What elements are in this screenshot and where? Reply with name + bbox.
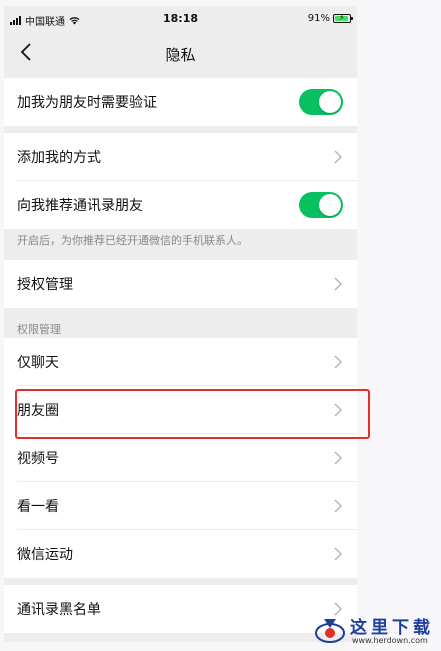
blacklist-cell[interactable]: 通讯录黑名单 (4, 585, 357, 633)
werun-label: 微信运动 (17, 547, 73, 563)
verify-friend-label: 加我为朋友时需要验证 (17, 95, 157, 111)
watermark-url: www.herdown.com (352, 636, 428, 645)
back-button[interactable] (12, 38, 40, 66)
battery-icon: ⚡ (333, 13, 353, 23)
authorization-cell[interactable]: 授权管理 (4, 260, 357, 308)
recommend-contacts-cell: 向我推荐通讯录朋友 (4, 181, 357, 229)
permissions-section-header: 权限管理 (17, 323, 61, 336)
highlight-box (15, 389, 370, 439)
charging-bolt-icon: ⚡ (339, 13, 345, 22)
verify-friend-toggle[interactable] (299, 89, 343, 115)
watermark: 这里下载 www.herdown.com (312, 611, 440, 649)
chevron-right-icon (334, 355, 342, 369)
add-methods-label: 添加我的方式 (17, 150, 101, 166)
status-bar: 中国联通 18:18 91% ⚡ (4, 6, 357, 32)
recommend-note: 开启后，为你推荐已经开通微信的手机联系人。 (17, 234, 248, 247)
watermark-text: 这里下载 (350, 618, 434, 638)
chevron-left-icon (20, 43, 31, 61)
page-title: 隐私 (165, 46, 196, 64)
channels-label: 视频号 (17, 451, 59, 467)
chat-only-cell[interactable]: 仅聊天 (4, 338, 357, 386)
chevron-right-icon (334, 277, 342, 291)
status-right: 91% ⚡ (307, 13, 353, 24)
recommend-contacts-label: 向我推荐通讯录朋友 (17, 198, 143, 214)
werun-cell[interactable]: 微信运动 (4, 530, 357, 578)
chevron-right-icon (334, 499, 342, 513)
nav-bar: 隐私 (4, 32, 357, 74)
watermark-logo-icon (315, 619, 345, 643)
chevron-right-icon (334, 547, 342, 561)
toggle-knob (319, 194, 341, 216)
toggle-knob (319, 91, 341, 113)
chevron-right-icon (334, 150, 342, 164)
blacklist-label: 通讯录黑名单 (17, 602, 101, 618)
phone-screen: 中国联通 18:18 91% ⚡ 隐私 加我为朋友时需要验证 添加我的方式 向我… (4, 6, 357, 642)
verify-friend-cell: 加我为朋友时需要验证 (4, 78, 357, 126)
chevron-right-icon (334, 451, 342, 465)
chat-only-label: 仅聊天 (17, 355, 59, 371)
top-stories-cell[interactable]: 看一看 (4, 482, 357, 530)
top-stories-label: 看一看 (17, 499, 59, 515)
battery-percent: 91% (307, 13, 330, 24)
authorization-label: 授权管理 (17, 277, 73, 293)
add-methods-cell[interactable]: 添加我的方式 (4, 133, 357, 181)
status-time: 18:18 (162, 12, 198, 25)
recommend-contacts-toggle[interactable] (299, 192, 343, 218)
channels-cell[interactable]: 视频号 (4, 434, 357, 482)
